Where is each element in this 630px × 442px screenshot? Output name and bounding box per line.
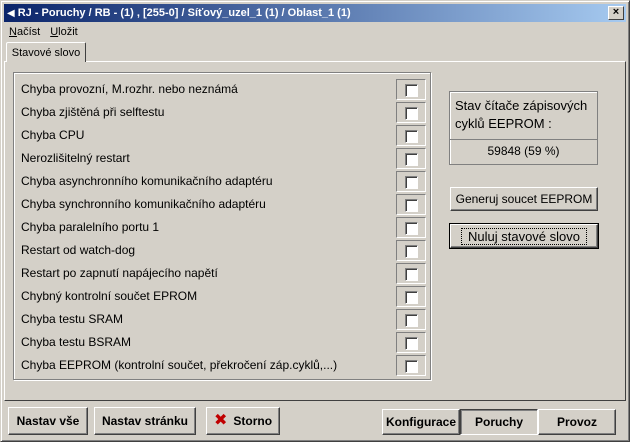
error-label: Chyba CPU bbox=[21, 128, 85, 142]
error-label: Chybný kontrolní součet EPROM bbox=[21, 289, 198, 303]
reset-status-word-button[interactable]: Nuluj stavové slovo bbox=[449, 223, 599, 249]
error-checkbox[interactable] bbox=[405, 84, 418, 97]
error-label: Chyba synchronního komunikačního adaptér… bbox=[21, 197, 266, 211]
tab-operation[interactable]: Provoz bbox=[538, 409, 616, 435]
error-checkbox[interactable] bbox=[405, 291, 418, 304]
cancel-x-icon: ✖ bbox=[213, 412, 228, 429]
error-row: Chyba testu SRAM bbox=[21, 309, 426, 330]
error-checkbox[interactable] bbox=[405, 222, 418, 235]
error-label: Chyba zjištěná při selftestu bbox=[21, 105, 165, 119]
set-all-button[interactable]: Nastav vše bbox=[8, 407, 88, 435]
app-arrow-icon: ◀ bbox=[7, 7, 15, 19]
menu-load[interactable]: Načíst bbox=[4, 26, 45, 38]
error-row: Restart po zapnutí napájecího napětí bbox=[21, 263, 426, 284]
error-checkbox[interactable] bbox=[405, 199, 418, 212]
error-checkbox-cell bbox=[396, 194, 426, 215]
eeprom-counter-value: 59848 (59 %) bbox=[487, 144, 560, 158]
set-page-button[interactable]: Nastav stránku bbox=[94, 407, 196, 435]
error-label: Chyba EEPROM (kontrolní součet, překroče… bbox=[21, 358, 338, 372]
error-row: Nerozlišitelný restart bbox=[21, 148, 426, 169]
error-label: Chyba provozní, M.rozhr. nebo neznámá bbox=[21, 82, 238, 96]
error-checkbox-cell bbox=[396, 309, 426, 330]
error-row: Chyba paralelního portu 1 bbox=[21, 217, 426, 238]
error-label: Restart od watch-dog bbox=[21, 243, 136, 257]
error-row: Chyba zjištěná při selftestu bbox=[21, 102, 426, 123]
error-label: Chyba testu BSRAM bbox=[21, 335, 132, 349]
tab-faults-label: Poruchy bbox=[474, 415, 523, 429]
error-checkbox[interactable] bbox=[405, 337, 418, 350]
eeprom-counter-box: Stav čítače zápisových cyklů EEPROM : 59… bbox=[449, 91, 598, 165]
error-row: Restart od watch-dog bbox=[21, 240, 426, 261]
error-checkbox[interactable] bbox=[405, 360, 418, 373]
error-row: Chyba EEPROM (kontrolní součet, překroče… bbox=[21, 355, 426, 376]
menu-bar: Načíst Uložit bbox=[4, 23, 626, 40]
reset-status-word-label: Nuluj stavové slovo bbox=[461, 227, 587, 245]
eeprom-counter-value-box: 59848 (59 %) bbox=[450, 139, 597, 164]
error-checkbox-cell bbox=[396, 125, 426, 146]
tab-configuration[interactable]: Konfigurace bbox=[382, 409, 460, 435]
error-row: Chybný kontrolní součet EPROM bbox=[21, 286, 426, 307]
error-label: Restart po zapnutí napájecího napětí bbox=[21, 266, 218, 280]
error-checkbox[interactable] bbox=[405, 268, 418, 281]
error-checkbox-cell bbox=[396, 286, 426, 307]
cancel-button[interactable]: ✖ Storno bbox=[206, 407, 280, 435]
error-checkbox-cell bbox=[396, 263, 426, 284]
error-checkbox[interactable] bbox=[405, 153, 418, 166]
error-checkbox[interactable] bbox=[405, 245, 418, 258]
error-checkbox[interactable] bbox=[405, 107, 418, 120]
tab-configuration-label: Konfigurace bbox=[385, 415, 456, 429]
error-checkbox[interactable] bbox=[405, 176, 418, 189]
window-title: RJ - Poruchy / RB - (1) , [255-0] / Síťo… bbox=[17, 7, 351, 19]
error-label: Chyba testu SRAM bbox=[21, 312, 124, 326]
error-checkbox-cell bbox=[396, 355, 426, 376]
tab-faults[interactable]: Poruchy bbox=[460, 409, 538, 435]
error-checkbox-cell bbox=[396, 240, 426, 261]
error-label: Nerozlišitelný restart bbox=[21, 151, 130, 165]
close-button[interactable]: × bbox=[608, 6, 624, 20]
error-label: Chyba asynchronního komunikačního adapté… bbox=[21, 174, 273, 188]
error-row: Chyba testu BSRAM bbox=[21, 332, 426, 353]
set-all-label: Nastav vše bbox=[16, 414, 80, 428]
error-row: Chyba asynchronního komunikačního adapté… bbox=[21, 171, 426, 192]
tab-status-word[interactable]: Stavové slovo bbox=[6, 42, 86, 62]
cancel-label: Storno bbox=[233, 414, 273, 428]
error-checkbox-cell bbox=[396, 79, 426, 100]
error-row: Chyba synchronního komunikačního adaptér… bbox=[21, 194, 426, 215]
title-bar[interactable]: ◀ RJ - Poruchy / RB - (1) , [255-0] / Sí… bbox=[4, 4, 626, 22]
error-row: Chyba provozní, M.rozhr. nebo neznámá bbox=[21, 79, 426, 100]
error-checkbox-cell bbox=[396, 148, 426, 169]
eeprom-counter-label: Stav čítače zápisových cyklů EEPROM : bbox=[455, 98, 588, 131]
error-checkbox-cell bbox=[396, 102, 426, 123]
generate-eeprom-sum-button[interactable]: Generuj soucet EEPROM bbox=[450, 187, 598, 211]
error-label: Chyba paralelního portu 1 bbox=[21, 220, 160, 234]
generate-eeprom-sum-label: Generuj soucet EEPROM bbox=[455, 192, 593, 206]
main-window: ◀ RJ - Poruchy / RB - (1) , [255-0] / Sí… bbox=[0, 0, 630, 442]
error-checkbox[interactable] bbox=[405, 130, 418, 143]
error-checkbox-cell bbox=[396, 332, 426, 353]
error-checkbox-cell bbox=[396, 171, 426, 192]
tab-operation-label: Provoz bbox=[556, 415, 597, 429]
error-row: Chyba CPU bbox=[21, 125, 426, 146]
set-page-label: Nastav stránku bbox=[101, 414, 189, 428]
menu-save[interactable]: Uložit bbox=[45, 26, 83, 38]
error-checkbox-cell bbox=[396, 217, 426, 238]
error-checkbox[interactable] bbox=[405, 314, 418, 327]
